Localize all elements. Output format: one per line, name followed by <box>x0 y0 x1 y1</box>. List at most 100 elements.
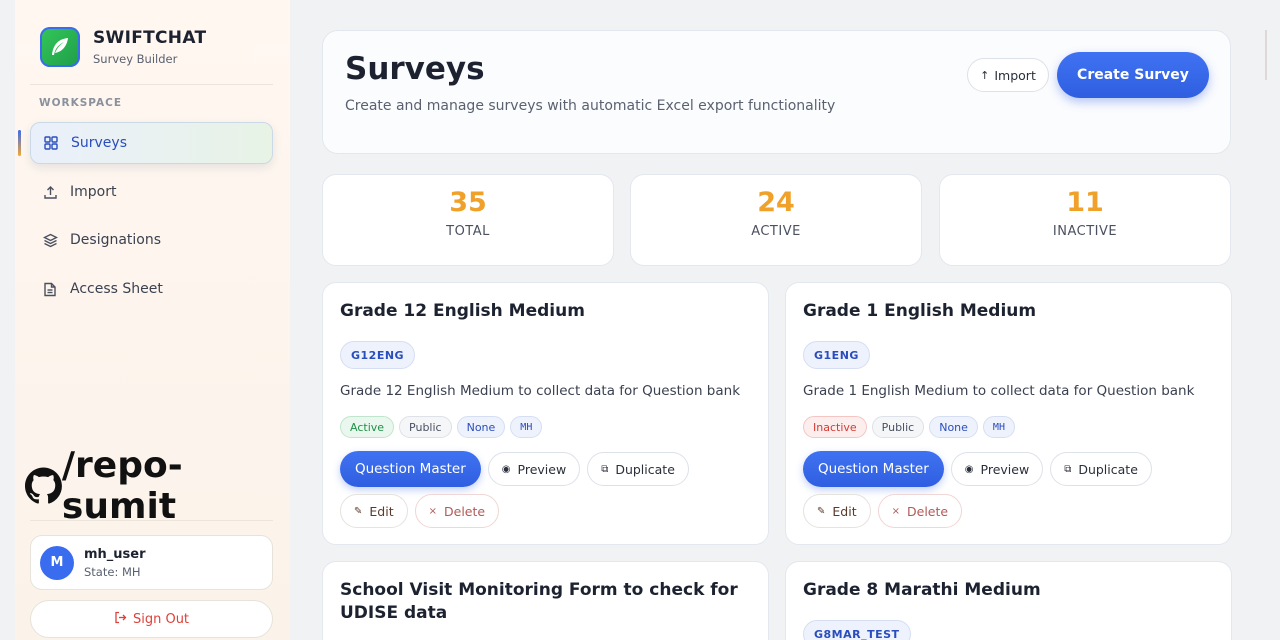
preview-label: Preview <box>980 461 1030 477</box>
survey-tags: Inactive Public None MH <box>803 416 1015 438</box>
avatar: M <box>40 545 74 580</box>
page-subtitle: Create and manage surveys with automatic… <box>345 98 836 114</box>
hierarchy-badge: None <box>929 416 978 438</box>
copy-icon: ⧉ <box>601 463 609 475</box>
sidebar-item-import[interactable]: Import <box>30 171 273 213</box>
import-label: Import <box>994 67 1036 83</box>
sidebar-item-label: Designations <box>70 232 162 248</box>
sidebar: SWIFTCHAT Survey Builder WORKSPACE Surve… <box>15 0 290 640</box>
delete-label: Delete <box>907 503 949 519</box>
survey-actions: Question Master ◉ Preview ⧉ Duplicate <box>803 451 1152 487</box>
upload-icon <box>42 184 58 200</box>
feather-logo-icon <box>40 27 80 67</box>
eye-icon: ◉ <box>964 463 974 475</box>
status-badge: Active <box>340 416 395 438</box>
survey-title: Grade 8 Marathi Medium <box>803 580 1041 600</box>
pencil-icon: ✎ <box>817 505 826 517</box>
github-watermark: /repo-sumit <box>25 445 290 527</box>
import-button[interactable]: ↑ Import <box>967 58 1049 92</box>
survey-actions-secondary: ✎ Edit × Delete <box>340 494 500 528</box>
survey-description: Grade 1 English Medium to collect data f… <box>803 383 1195 399</box>
survey-card: School Visit Monitoring Form to check fo… <box>322 561 769 640</box>
stat-value: 35 <box>449 187 487 218</box>
visibility-badge: Public <box>399 416 452 438</box>
sidebar-item-label: Access Sheet <box>70 281 163 297</box>
delete-button[interactable]: × Delete <box>414 494 500 528</box>
preview-button[interactable]: ◉ Preview <box>487 452 581 486</box>
active-indicator <box>18 130 21 156</box>
brand[interactable]: SWIFTCHAT Survey Builder <box>40 27 206 67</box>
delete-label: Delete <box>444 503 486 519</box>
brand-subtitle: Survey Builder <box>93 52 178 66</box>
stat-label: INACTIVE <box>1052 224 1118 239</box>
survey-actions: Question Master ◉ Preview ⧉ Duplicate <box>340 451 689 487</box>
duplicate-button[interactable]: ⧉ Duplicate <box>1050 452 1152 486</box>
sidebar-item-label: Surveys <box>71 135 127 151</box>
duplicate-label: Duplicate <box>615 461 675 477</box>
survey-description: Grade 12 English Medium to collect data … <box>340 383 741 399</box>
logout-icon <box>114 611 127 628</box>
brand-title: SWIFTCHAT <box>93 28 207 48</box>
survey-tags: Active Public None MH <box>340 416 543 438</box>
stat-label: ACTIVE <box>751 224 801 239</box>
state-badge: MH <box>982 416 1015 438</box>
stat-total: 35 TOTAL <box>322 174 614 266</box>
copy-icon: ⧉ <box>1064 463 1072 475</box>
grid-icon <box>43 135 59 151</box>
survey-card: Grade 12 English Medium G12ENG Grade 12 … <box>322 282 769 545</box>
user-card[interactable]: M mh_user State: MH <box>30 535 273 590</box>
sidebar-item-surveys[interactable]: Surveys <box>30 122 273 164</box>
survey-card: Grade 1 English Medium G1ENG Grade 1 Eng… <box>785 282 1232 545</box>
duplicate-button[interactable]: ⧉ Duplicate <box>587 452 689 486</box>
stat-value: 24 <box>757 187 795 218</box>
sidebar-item-label: Import <box>70 184 117 200</box>
pencil-icon: ✎ <box>354 505 363 517</box>
survey-title: School Visit Monitoring Form to check fo… <box>340 580 738 623</box>
sidebar-item-access-sheet[interactable]: Access Sheet <box>30 268 273 310</box>
sign-out-button[interactable]: Sign Out <box>30 600 273 638</box>
sidebar-item-designations[interactable]: Designations <box>30 219 273 261</box>
status-badge: Inactive <box>803 416 867 438</box>
watermark-text: /repo-sumit <box>61 445 183 527</box>
state-badge: MH <box>510 416 543 438</box>
delete-button[interactable]: × Delete <box>877 494 963 528</box>
survey-code-badge: G8MAR_TEST <box>803 620 911 640</box>
visibility-badge: Public <box>871 416 925 438</box>
survey-card: Grade 8 Marathi Medium G8MAR_TEST <box>785 561 1232 640</box>
user-state: State: MH <box>84 564 141 579</box>
user-name: mh_user <box>84 546 146 562</box>
survey-code-badge: G1ENG <box>803 341 870 369</box>
question-master-button[interactable]: Question Master <box>803 451 944 487</box>
page-title: Surveys <box>345 51 485 87</box>
survey-title: Grade 12 English Medium <box>340 301 585 321</box>
create-survey-button[interactable]: Create Survey <box>1057 52 1209 98</box>
scrollbar-thumb[interactable] <box>1265 30 1267 80</box>
stat-active: 24 ACTIVE <box>630 174 922 266</box>
divider <box>30 520 273 521</box>
edit-button[interactable]: ✎ Edit <box>803 494 871 528</box>
survey-actions-secondary: ✎ Edit × Delete <box>803 494 963 528</box>
edit-button[interactable]: ✎ Edit <box>340 494 408 528</box>
hierarchy-badge: None <box>456 416 506 438</box>
divider <box>30 84 273 85</box>
stat-inactive: 11 INACTIVE <box>939 174 1231 266</box>
arrow-up-icon: ↑ <box>980 68 990 82</box>
survey-code-badge: G12ENG <box>340 341 416 369</box>
page-header: Surveys Create and manage surveys with a… <box>322 30 1231 154</box>
section-label-workspace: WORKSPACE <box>39 97 123 109</box>
stat-value: 11 <box>1066 187 1104 218</box>
close-icon: × <box>428 505 437 517</box>
document-icon <box>42 281 58 297</box>
stat-label: TOTAL <box>446 224 490 239</box>
layers-icon <box>42 232 58 248</box>
sign-out-label: Sign Out <box>132 611 190 627</box>
question-master-button[interactable]: Question Master <box>340 451 481 487</box>
github-icon <box>25 467 62 504</box>
scrollbar[interactable] <box>1265 0 1280 640</box>
duplicate-label: Duplicate <box>1078 461 1138 477</box>
close-icon: × <box>891 505 900 517</box>
survey-title: Grade 1 English Medium <box>803 301 1037 321</box>
eye-icon: ◉ <box>501 463 511 475</box>
preview-button[interactable]: ◉ Preview <box>950 452 1044 486</box>
edit-label: Edit <box>369 503 394 519</box>
